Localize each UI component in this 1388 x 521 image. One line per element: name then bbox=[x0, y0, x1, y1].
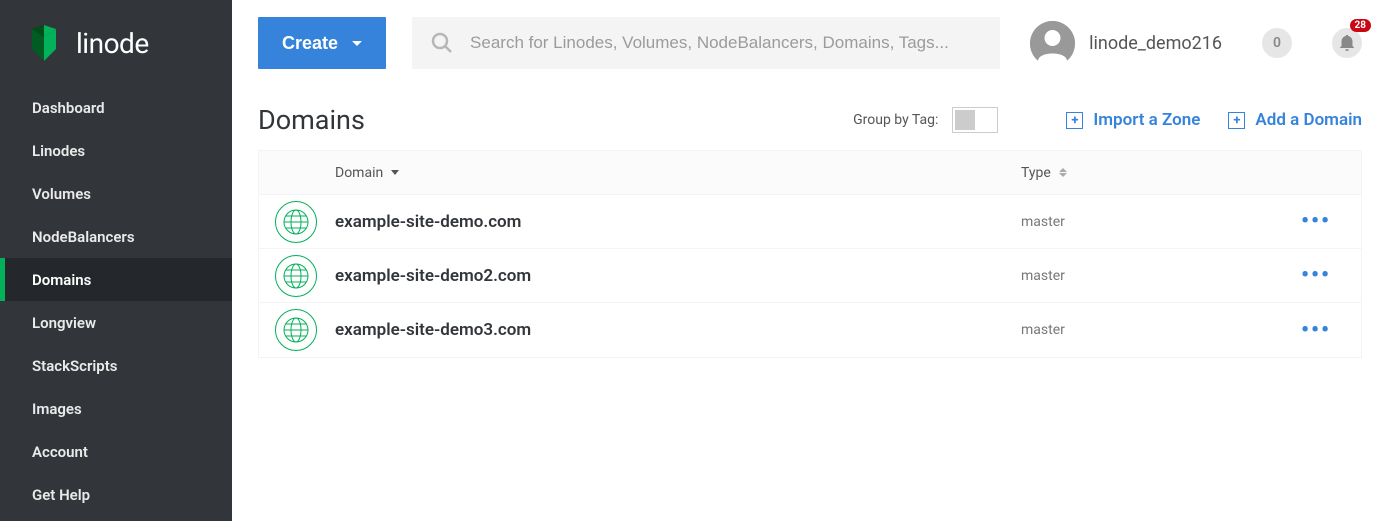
row-actions-menu[interactable]: ••• bbox=[1301, 318, 1331, 343]
logo[interactable]: linode bbox=[0, 0, 232, 86]
logo-cube-icon bbox=[24, 23, 64, 63]
content: Domains Group by Tag: + Import a Zone + … bbox=[232, 86, 1388, 376]
domains-table: Domain Type example-site-demo.com master… bbox=[258, 150, 1362, 358]
domain-type: master bbox=[1021, 214, 1065, 230]
sidebar-item-longview[interactable]: Longview bbox=[0, 301, 232, 344]
counter-pill[interactable]: 0 bbox=[1262, 28, 1292, 58]
domain-type: master bbox=[1021, 322, 1065, 338]
row-actions-menu[interactable]: ••• bbox=[1301, 209, 1331, 234]
sidebar-item-stackscripts[interactable]: StackScripts bbox=[0, 344, 232, 387]
row-actions-menu[interactable]: ••• bbox=[1301, 263, 1331, 288]
sidebar-item-nodebalancers[interactable]: NodeBalancers bbox=[0, 215, 232, 258]
notifications-badge: 28 bbox=[1350, 19, 1371, 32]
domain-name: example-site-demo2.com bbox=[335, 266, 531, 286]
col-domain-label: Domain bbox=[335, 165, 383, 181]
globe-icon bbox=[275, 201, 317, 243]
sidebar-item-dashboard[interactable]: Dashboard bbox=[0, 86, 232, 129]
import-zone-button[interactable]: + Import a Zone bbox=[1066, 110, 1200, 130]
row-icon-cell bbox=[259, 309, 335, 351]
table-row[interactable]: example-site-demo.com master ••• bbox=[259, 195, 1361, 249]
notifications-button[interactable]: 28 bbox=[1332, 28, 1362, 58]
group-by-toggle[interactable] bbox=[952, 107, 998, 133]
col-header-type[interactable]: Type bbox=[1021, 165, 1301, 181]
sidebar-item-linodes[interactable]: Linodes bbox=[0, 129, 232, 172]
sidebar-item-account[interactable]: Account bbox=[0, 430, 232, 473]
col-header-domain[interactable]: Domain bbox=[335, 165, 1021, 181]
search-icon bbox=[430, 31, 454, 55]
search-input[interactable] bbox=[470, 33, 982, 53]
plus-icon: + bbox=[1066, 112, 1083, 129]
chevron-down-icon bbox=[352, 41, 362, 46]
table-header: Domain Type bbox=[259, 151, 1361, 195]
create-label: Create bbox=[282, 33, 338, 54]
page-header: Domains Group by Tag: + Import a Zone + … bbox=[258, 104, 1362, 136]
sort-both-icon bbox=[1059, 168, 1067, 177]
add-domain-label: Add a Domain bbox=[1255, 110, 1362, 130]
domain-type: master bbox=[1021, 268, 1065, 284]
globe-icon bbox=[275, 309, 317, 351]
nav-list: Dashboard Linodes Volumes NodeBalancers … bbox=[0, 86, 232, 516]
main: Create linode_demo216 0 28 Domains Group… bbox=[232, 0, 1388, 521]
topbar: Create linode_demo216 0 28 bbox=[232, 0, 1388, 86]
sort-desc-icon bbox=[391, 170, 399, 175]
create-button[interactable]: Create bbox=[258, 17, 386, 69]
sidebar-item-gethelp[interactable]: Get Help bbox=[0, 473, 232, 516]
table-row[interactable]: example-site-demo2.com master ••• bbox=[259, 249, 1361, 303]
group-by-label: Group by Tag: bbox=[853, 112, 938, 128]
globe-icon bbox=[275, 255, 317, 297]
import-zone-label: Import a Zone bbox=[1093, 110, 1200, 130]
table-row[interactable]: example-site-demo3.com master ••• bbox=[259, 303, 1361, 357]
plus-icon: + bbox=[1228, 112, 1245, 129]
logo-text: linode bbox=[76, 27, 149, 60]
avatar bbox=[1030, 21, 1075, 66]
search-container bbox=[412, 17, 1000, 69]
add-domain-button[interactable]: + Add a Domain bbox=[1228, 110, 1362, 130]
username: linode_demo216 bbox=[1089, 33, 1222, 54]
sidebar-item-domains[interactable]: Domains bbox=[0, 258, 232, 301]
domain-name: example-site-demo3.com bbox=[335, 320, 531, 340]
row-icon-cell bbox=[259, 201, 335, 243]
group-by-tag: Group by Tag: bbox=[853, 107, 998, 133]
page-title: Domains bbox=[258, 104, 853, 136]
user-area[interactable]: linode_demo216 bbox=[1030, 21, 1222, 66]
user-icon bbox=[1030, 21, 1075, 66]
domain-name: example-site-demo.com bbox=[335, 212, 521, 232]
sidebar-item-volumes[interactable]: Volumes bbox=[0, 172, 232, 215]
col-type-label: Type bbox=[1021, 165, 1051, 181]
counter-value: 0 bbox=[1273, 35, 1281, 51]
sidebar-item-images[interactable]: Images bbox=[0, 387, 232, 430]
sidebar: linode Dashboard Linodes Volumes NodeBal… bbox=[0, 0, 232, 521]
row-icon-cell bbox=[259, 255, 335, 297]
bell-icon bbox=[1340, 35, 1354, 51]
toggle-handle bbox=[955, 110, 975, 130]
